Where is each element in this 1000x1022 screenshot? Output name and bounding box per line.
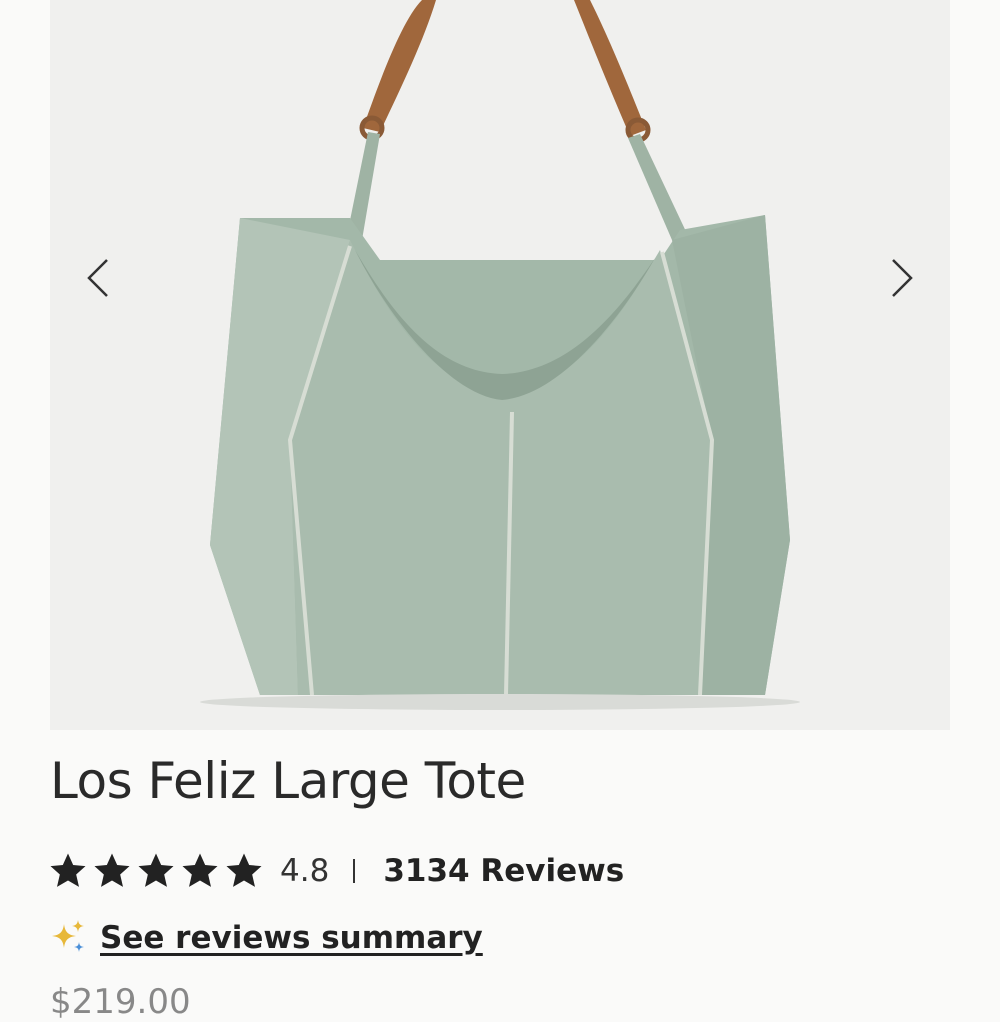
chevron-left-icon (87, 259, 108, 297)
star-icon (94, 853, 130, 887)
rating-stars (48, 851, 264, 891)
product-image (200, 0, 800, 710)
star-icon (138, 853, 174, 887)
gallery-next-button[interactable] (878, 252, 928, 304)
gallery-prev-button[interactable] (72, 252, 122, 304)
product-image-gallery[interactable] (50, 0, 950, 730)
divider (353, 859, 356, 883)
sparkle-icon (52, 920, 84, 952)
reviews-summary-row[interactable]: See reviews summary (48, 918, 483, 958)
rating-summary[interactable]: 4.8 3134 Reviews (48, 848, 624, 894)
rating-value: 4.8 (280, 853, 330, 889)
chevron-right-icon (892, 259, 913, 297)
star-icon (50, 853, 86, 887)
star-icon (182, 853, 218, 887)
product-title: Los Feliz Large Tote (50, 752, 526, 810)
review-count-link[interactable]: 3134 Reviews (383, 853, 624, 889)
star-icon (226, 853, 262, 887)
see-reviews-summary-link[interactable]: See reviews summary (100, 920, 483, 956)
product-price: $219.00 (50, 982, 191, 1022)
